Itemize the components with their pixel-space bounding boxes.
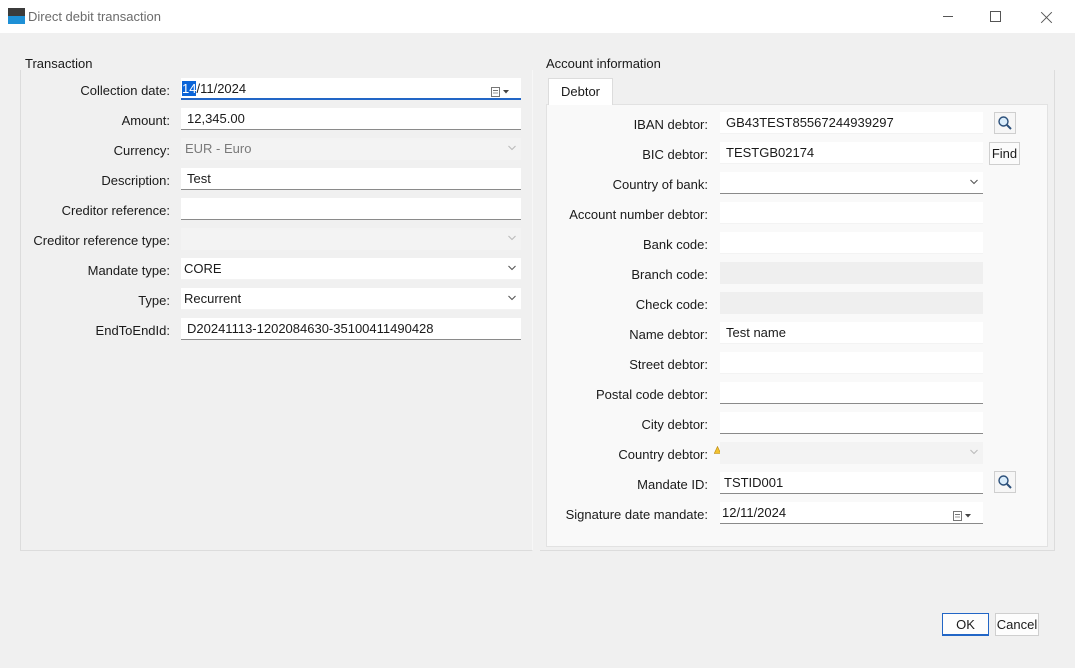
- type-select[interactable]: Recurrent: [181, 288, 521, 310]
- amount-field[interactable]: 12,345.00: [181, 108, 521, 130]
- signature-date-mandate-field[interactable]: 12/11/2024: [720, 502, 983, 524]
- collection-date-field[interactable]: 14/11/2024: [181, 78, 521, 100]
- chevron-down-icon: [508, 295, 516, 302]
- name-debtor-field[interactable]: Test name: [720, 322, 983, 344]
- amount-label: Amount:: [121, 113, 170, 128]
- mandate-id-field[interactable]: TSTID001: [720, 472, 983, 494]
- collection-date-selected-text: 14: [182, 81, 197, 96]
- branch-code-field: [720, 262, 983, 284]
- check-code-field: [720, 292, 983, 314]
- calendar-icon[interactable]: [491, 83, 513, 98]
- currency-value: EUR - Euro: [185, 141, 252, 156]
- end-to-end-id-label: EndToEndId:: [95, 323, 170, 338]
- postal-code-debtor-field[interactable]: [720, 382, 983, 404]
- close-icon: [1041, 11, 1053, 23]
- maximize-icon: [989, 11, 1001, 22]
- country-debtor-label: Country debtor:: [618, 447, 708, 462]
- description-label: Description:: [101, 173, 170, 188]
- chevron-down-icon: [970, 179, 978, 186]
- tab-debtor[interactable]: Debtor: [548, 78, 613, 105]
- mandate-lookup-button[interactable]: [994, 471, 1016, 493]
- iban-debtor-field[interactable]: GB43TEST85567244939297: [720, 112, 983, 134]
- mandate-type-value: CORE: [184, 261, 222, 276]
- country-of-bank-select[interactable]: [720, 172, 983, 194]
- check-code-label: Check code:: [635, 297, 708, 312]
- iban-debtor-label: IBAN debtor:: [633, 117, 708, 132]
- maximize-button[interactable]: [972, 0, 1018, 33]
- collection-date-rest-text: /11/2024: [196, 81, 247, 96]
- account-information-group-title: Account information: [546, 56, 665, 71]
- street-debtor-label: Street debtor:: [629, 357, 708, 372]
- magnifier-icon: [998, 475, 1012, 489]
- chevron-down-icon: [970, 449, 978, 456]
- title-bar: [0, 0, 1075, 33]
- ok-button[interactable]: OK: [942, 613, 989, 636]
- creditor-reference-type-select[interactable]: [181, 228, 521, 250]
- magnifier-icon: [998, 116, 1012, 130]
- city-debtor-label: City debtor:: [641, 417, 708, 432]
- bic-debtor-field[interactable]: TESTGB02174: [720, 142, 983, 164]
- country-debtor-select[interactable]: [720, 442, 983, 464]
- bank-code-label: Bank code:: [642, 237, 708, 252]
- signature-date-mandate-label: Signature date mandate:: [565, 507, 708, 522]
- window-title: Direct debit transaction: [28, 9, 161, 24]
- mandate-id-label: Mandate ID:: [637, 477, 708, 492]
- creditor-reference-field[interactable]: [181, 198, 521, 220]
- creditor-reference-type-label: Creditor reference type:: [33, 233, 170, 248]
- close-button[interactable]: [1024, 0, 1070, 33]
- cancel-button[interactable]: Cancel: [995, 613, 1039, 636]
- bank-code-field[interactable]: [720, 232, 983, 254]
- app-icon: [8, 8, 25, 24]
- chevron-down-icon: [508, 235, 516, 242]
- country-of-bank-label: Country of bank:: [612, 177, 708, 192]
- calendar-icon[interactable]: [953, 507, 975, 523]
- account-number-debtor-field[interactable]: [720, 202, 983, 224]
- collection-date-label: Collection date:: [80, 83, 170, 98]
- chevron-down-icon: [508, 145, 516, 152]
- end-to-end-id-field[interactable]: D20241113-1202084630-35100411490428: [181, 318, 521, 340]
- name-debtor-label: Name debtor:: [629, 327, 708, 342]
- city-debtor-field[interactable]: [720, 412, 983, 434]
- iban-lookup-button[interactable]: [994, 112, 1016, 134]
- chevron-down-icon: [508, 265, 516, 272]
- minimize-icon: [943, 16, 953, 17]
- type-label: Type:: [138, 293, 170, 308]
- currency-select[interactable]: EUR - Euro: [181, 138, 521, 160]
- signature-date-value: 12/11/2024: [722, 505, 787, 520]
- postal-code-debtor-label: Postal code debtor:: [595, 387, 708, 402]
- currency-label: Currency:: [113, 143, 170, 158]
- branch-code-label: Branch code:: [631, 267, 708, 282]
- minimize-button[interactable]: [925, 0, 971, 33]
- street-debtor-field[interactable]: [720, 352, 983, 374]
- mandate-type-label: Mandate type:: [87, 263, 170, 278]
- mandate-type-select[interactable]: CORE: [181, 258, 521, 280]
- description-field[interactable]: Test: [181, 168, 521, 190]
- transaction-group-title: Transaction: [25, 56, 97, 71]
- type-value: Recurrent: [184, 291, 242, 306]
- find-button[interactable]: Find: [989, 142, 1020, 165]
- bic-debtor-label: BIC debtor:: [642, 147, 708, 162]
- account-number-debtor-label: Account number debtor:: [569, 207, 708, 222]
- creditor-reference-label: Creditor reference:: [61, 203, 170, 218]
